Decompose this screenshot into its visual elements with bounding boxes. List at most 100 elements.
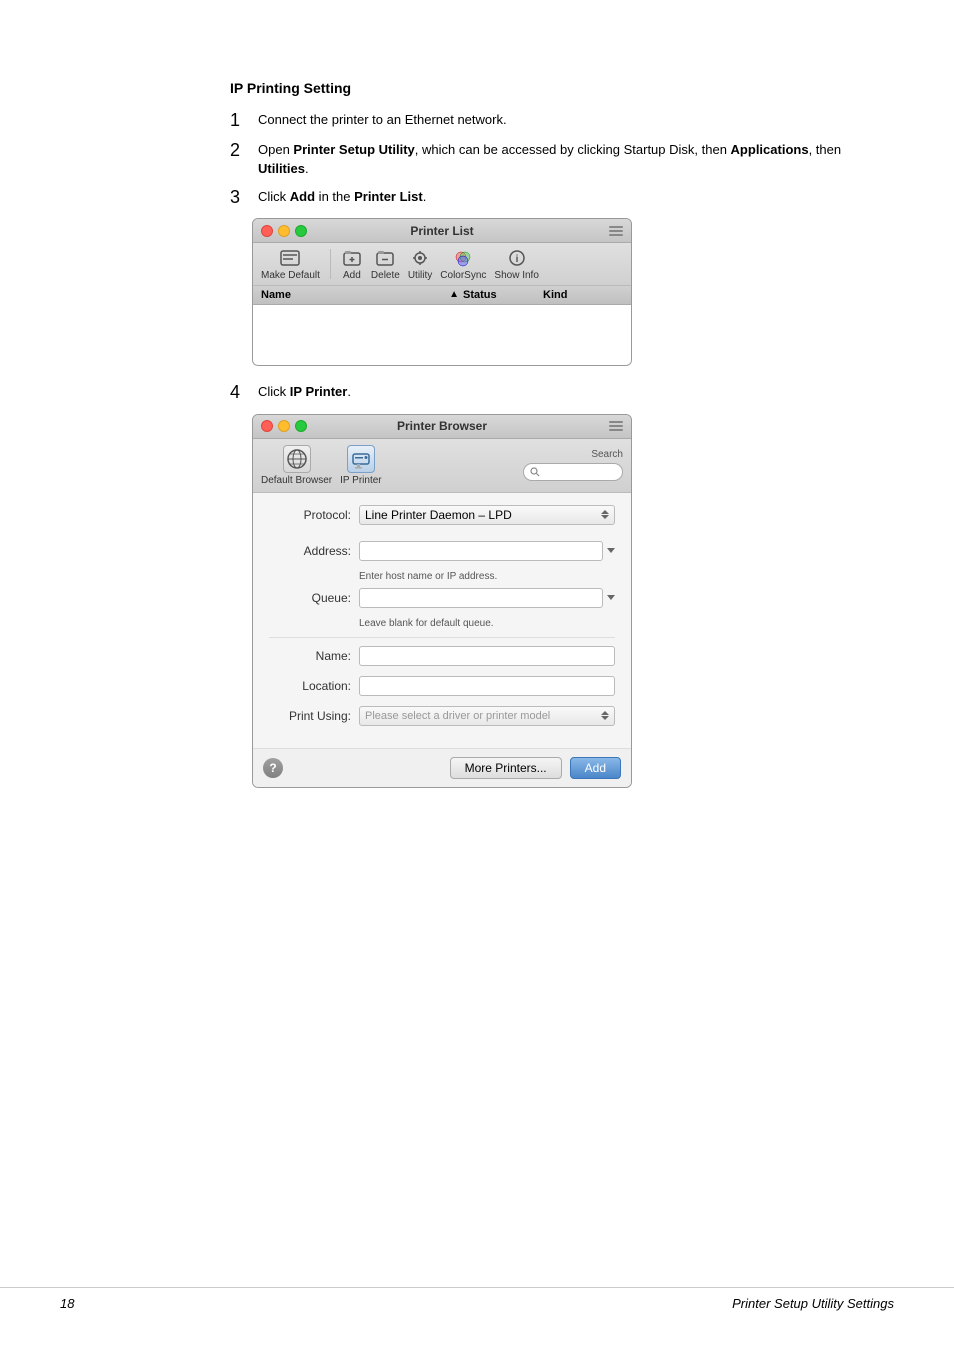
browser-minimize-icon[interactable] (278, 420, 290, 432)
resize-icon (609, 226, 623, 236)
ip-printer-button[interactable]: IP Printer (340, 445, 382, 486)
page-footer: 18 Printer Setup Utility Settings (0, 1287, 954, 1311)
print-using-field: Please select a driver or printer model (359, 706, 615, 726)
step-text-1: Connect the printer to an Ethernet netwo… (258, 110, 874, 130)
sort-indicator: ▲ (449, 289, 459, 301)
colorsync-icon (452, 247, 474, 269)
steps-list: 1 Connect the printer to an Ethernet net… (230, 110, 874, 208)
step-number-3: 3 (230, 187, 252, 209)
delete-icon (374, 247, 396, 269)
protocol-select[interactable]: Line Printer Daemon – LPD (359, 505, 615, 525)
default-browser-icon (283, 445, 311, 473)
search-label: Search (591, 449, 623, 460)
make-default-icon (279, 247, 301, 269)
browser-title: Printer Browser (397, 419, 487, 433)
queue-field (359, 588, 615, 608)
more-printers-label: More Printers... (465, 761, 547, 775)
make-default-label: Make Default (261, 270, 320, 281)
add-printer-button[interactable]: Add (341, 247, 363, 281)
location-field (359, 676, 615, 696)
default-browser-button[interactable]: Default Browser (261, 445, 332, 486)
show-info-label: Show Info (494, 270, 538, 281)
browser-traffic-lights (261, 420, 307, 432)
name-input[interactable] (359, 646, 615, 666)
step-4-list: 4 Click IP Printer. (230, 382, 874, 404)
name-label: Name: (269, 649, 359, 663)
form-divider (269, 637, 615, 638)
svg-text:i: i (515, 254, 518, 265)
print-using-select[interactable]: Please select a driver or printer model (359, 706, 615, 726)
minimize-button-icon[interactable] (278, 225, 290, 237)
colorsync-button[interactable]: ColorSync (440, 247, 486, 281)
close-button-icon[interactable] (261, 225, 273, 237)
browser-toolbar: Default Browser IP Printer (253, 439, 631, 493)
search-area: Search (390, 449, 623, 481)
section-title: IP Printing Setting (230, 80, 874, 96)
browser-form: Protocol: Line Printer Daemon – LPD (253, 493, 631, 748)
location-input[interactable] (359, 676, 615, 696)
traffic-lights (261, 225, 307, 237)
select-arrow-icon (601, 510, 609, 519)
utility-label: Utility (408, 270, 432, 281)
add-button-label: Add (585, 761, 606, 775)
utility-button[interactable]: Utility (408, 247, 432, 281)
address-input[interactable] (359, 541, 603, 561)
location-row: Location: (269, 676, 615, 696)
add-icon (341, 247, 363, 269)
info-icon: i (506, 247, 528, 269)
print-using-row: Print Using: Please select a driver or p… (269, 706, 615, 726)
ip-printer-label: IP Printer (340, 475, 382, 486)
page: IP Printing Setting 1 Connect the printe… (0, 0, 954, 1351)
printer-list-table-header: Name ▲ Status Kind (253, 286, 631, 305)
search-box[interactable] (523, 463, 623, 481)
printer-list-toolbar: Make Default Add (253, 243, 631, 286)
colorsync-label: ColorSync (440, 270, 486, 281)
printer-list-window: Printer List (252, 218, 632, 366)
queue-input[interactable] (359, 588, 603, 608)
print-using-placeholder: Please select a driver or printer model (365, 710, 550, 722)
browser-zoom-icon[interactable] (295, 420, 307, 432)
printer-browser-window: Printer Browser (252, 414, 632, 788)
add-button[interactable]: Add (570, 757, 621, 779)
queue-label: Queue: (269, 591, 359, 605)
zoom-button-icon[interactable] (295, 225, 307, 237)
delete-label: Delete (371, 270, 400, 281)
step-text-4: Click IP Printer. (258, 382, 874, 402)
browser-titlebar: Printer Browser (253, 415, 631, 439)
address-label: Address: (269, 544, 359, 558)
utility-icon (409, 247, 431, 269)
browser-footer: ? More Printers... Add (253, 748, 631, 787)
protocol-label: Protocol: (269, 508, 359, 522)
step-3: 3 Click Add in the Printer List. (230, 187, 874, 209)
browser-close-icon[interactable] (261, 420, 273, 432)
printer-list-titlebar: Printer List (253, 219, 631, 243)
address-hint: Enter host name or IP address. (269, 571, 615, 582)
step-4: 4 Click IP Printer. (230, 382, 874, 404)
location-label: Location: (269, 679, 359, 693)
protocol-value: Line Printer Daemon – LPD (365, 508, 512, 522)
browser-resize-icon (609, 421, 623, 431)
delete-printer-button[interactable]: Delete (371, 247, 400, 281)
col-kind: Kind (543, 289, 623, 301)
col-status: Status (463, 289, 543, 301)
step-number-1: 1 (230, 110, 252, 132)
address-arrow-icon (607, 548, 615, 553)
step-number-2: 2 (230, 140, 252, 162)
add-label: Add (343, 270, 361, 281)
print-using-arrow-icon (601, 711, 609, 720)
more-printers-button[interactable]: More Printers... (450, 757, 562, 779)
protocol-field: Line Printer Daemon – LPD (359, 505, 615, 525)
col-name: Name (261, 289, 449, 301)
document-title: Printer Setup Utility Settings (732, 1296, 894, 1311)
step-2: 2 Open Printer Setup Utility, which can … (230, 140, 874, 179)
step-number-4: 4 (230, 382, 252, 404)
make-default-button[interactable]: Make Default (261, 247, 320, 281)
queue-hint: Leave blank for default queue. (269, 618, 615, 629)
show-info-button[interactable]: i Show Info (494, 247, 538, 281)
address-row: Address: (269, 541, 615, 561)
printer-list-table-body (253, 305, 631, 365)
help-button[interactable]: ? (263, 758, 283, 778)
step-1: 1 Connect the printer to an Ethernet net… (230, 110, 874, 132)
ip-printer-icon (347, 445, 375, 473)
page-number: 18 (60, 1296, 74, 1311)
